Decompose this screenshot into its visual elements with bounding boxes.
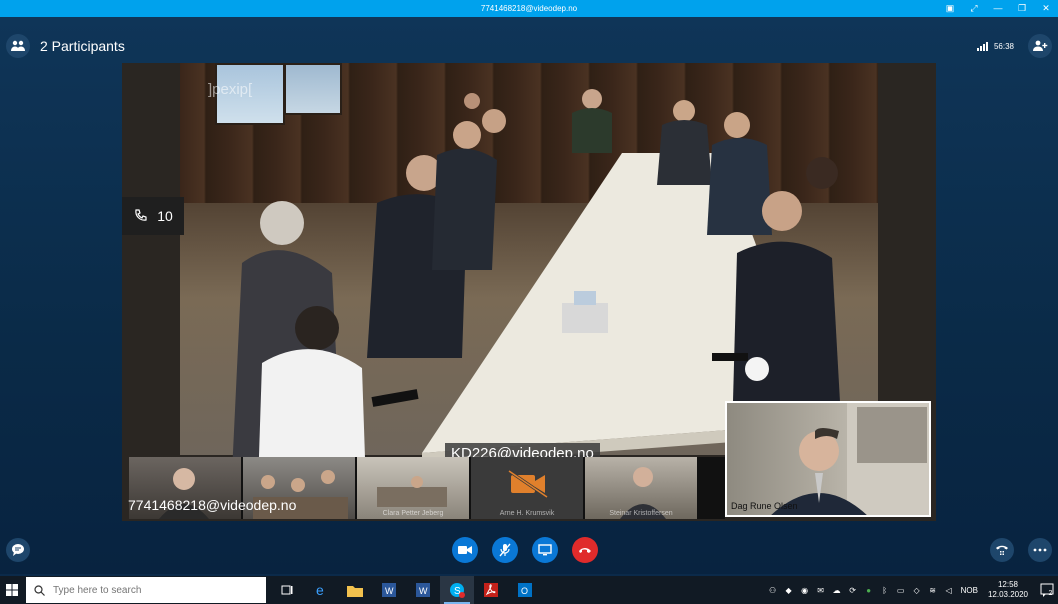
close-button[interactable]: ✕: [1034, 0, 1058, 17]
call-controls: [452, 537, 598, 563]
people-icon[interactable]: ⚇: [766, 584, 780, 596]
call-duration: 56:38: [993, 41, 1014, 51]
svg-text:W: W: [385, 586, 394, 596]
call-count-badge[interactable]: 10: [122, 197, 184, 235]
outlook-button[interactable]: O: [508, 576, 542, 604]
minimize-button[interactable]: —: [986, 0, 1010, 17]
search-icon: [34, 584, 45, 596]
participants-button[interactable]: [6, 34, 30, 58]
add-person-icon: [1033, 40, 1048, 51]
self-view-name: Dag Rune Olsen: [731, 501, 798, 511]
caller-label: 7741468218@videodep.no: [128, 497, 297, 513]
more-options-button[interactable]: [1028, 538, 1052, 562]
chat-button[interactable]: [6, 538, 30, 562]
clock-date: 12.03.2020: [987, 590, 1028, 599]
secondary-controls: [990, 538, 1052, 562]
svg-text:e: e: [316, 582, 324, 598]
title-bar: 7741468218@videodep.no ▣ ⤢ — ❐ ✕: [0, 0, 1058, 17]
call-stage: 2 Participants 56:38 ]pexip[10 KD226@vi…: [0, 17, 1058, 574]
thumbnail[interactable]: Clara Petter Jeberg: [357, 457, 469, 519]
folder-icon: [347, 585, 363, 597]
more-icon: [1033, 548, 1047, 552]
thumbnail[interactable]: Arne H. Krumsvik: [471, 457, 583, 519]
dial-pad-icon: [996, 545, 1008, 555]
network-icon[interactable]: ◇: [910, 584, 924, 596]
window-controls: ▣ ⤢ — ❐ ✕: [938, 0, 1058, 17]
microphone-muted-icon: [499, 543, 511, 557]
compact-icon[interactable]: ▣: [938, 0, 962, 17]
edge-button[interactable]: e: [304, 576, 338, 604]
people-icon: [11, 40, 25, 51]
thumbnail-caption: Steinar Kristoffersen: [609, 510, 673, 517]
green-status-icon[interactable]: ●: [862, 584, 876, 596]
video-camera-icon: [458, 546, 472, 554]
system-tray: ⚇ ◆ ◉ ✉ ☁ ⟳ ● ᛒ ▭ ◇ ≋ ◁ NOB 12:58 12.03.…: [765, 576, 1058, 604]
notification-count: 2: [1048, 589, 1053, 597]
word-button-2[interactable]: W: [406, 576, 440, 604]
thumbnail-caption: Clara Petter Jeberg: [382, 510, 444, 517]
windows-taskbar: e W W S O ⚇ ◆ ◉ ✉ ☁ ⟳ ● ᛒ ▭ ◇ ≋ ◁ NOB 12…: [0, 576, 1058, 604]
self-view[interactable]: Dag Rune Olsen: [725, 401, 931, 517]
battery-icon[interactable]: ▭: [894, 584, 908, 596]
task-view-icon: [281, 585, 293, 595]
thumbnail[interactable]: Steinar Kristoffersen: [585, 457, 697, 519]
hang-up-icon: [579, 548, 591, 553]
call-info: 56:38: [976, 34, 1052, 58]
language-indicator[interactable]: NOB: [961, 586, 978, 595]
share-screen-button[interactable]: [532, 537, 558, 563]
chat-icon: [12, 544, 24, 556]
wifi-icon[interactable]: ≋: [926, 584, 940, 596]
window-title: 7741468218@videodep.no: [480, 4, 578, 13]
mute-button[interactable]: [492, 537, 518, 563]
call-count-value: 10: [157, 208, 173, 224]
file-explorer-button[interactable]: [338, 576, 372, 604]
restore-button[interactable]: ❐: [1010, 0, 1034, 17]
thumbnail-caption: Arne H. Krumsvik: [499, 510, 555, 517]
svg-text:O: O: [521, 586, 528, 596]
clock-time: 12:58: [997, 580, 1018, 589]
pdf-icon: [484, 583, 498, 597]
participants-label: 2 Participants: [40, 38, 125, 54]
edge-icon: e: [316, 582, 324, 598]
skype-button[interactable]: S: [440, 576, 474, 604]
dial-pad-button[interactable]: [990, 538, 1014, 562]
fullscreen-icon[interactable]: ⤢: [962, 0, 986, 17]
word-button[interactable]: W: [372, 576, 406, 604]
hang-up-button[interactable]: [572, 537, 598, 563]
skype-icon: S: [450, 583, 465, 598]
taskbar-search[interactable]: [26, 577, 266, 603]
screen-share-icon: [538, 544, 552, 556]
cloud-icon[interactable]: ☁: [830, 584, 844, 596]
add-participant-button[interactable]: [1028, 34, 1052, 58]
sync-icon[interactable]: ⟳: [846, 584, 860, 596]
windows-logo-icon: [6, 584, 18, 596]
svg-text:W: W: [419, 586, 428, 596]
participants-header: 2 Participants: [6, 34, 125, 58]
acrobat-button[interactable]: [474, 576, 508, 604]
start-button[interactable]: [0, 576, 24, 604]
signal-strength-icon: [976, 41, 988, 51]
outlook-icon: O: [518, 583, 532, 597]
mail-icon[interactable]: ✉: [814, 584, 828, 596]
task-view-button[interactable]: [270, 576, 304, 604]
word-icon: W: [416, 583, 430, 597]
phone-icon: [135, 209, 147, 221]
clock[interactable]: 12:58 12.03.2020: [988, 580, 1028, 600]
video-toggle-button[interactable]: [452, 537, 478, 563]
volume-icon[interactable]: ◁: [942, 584, 956, 596]
dropbox-icon[interactable]: ◆: [782, 584, 796, 596]
action-center-button[interactable]: 2: [1034, 576, 1058, 604]
word-icon: W: [382, 583, 396, 597]
search-input[interactable]: [53, 584, 253, 596]
main-video: ]pexip[ 10 KD226@videodep.no Clara Pette…: [122, 63, 936, 521]
bluetooth-icon[interactable]: ᛒ: [878, 584, 892, 596]
security-icon[interactable]: ◉: [798, 584, 812, 596]
